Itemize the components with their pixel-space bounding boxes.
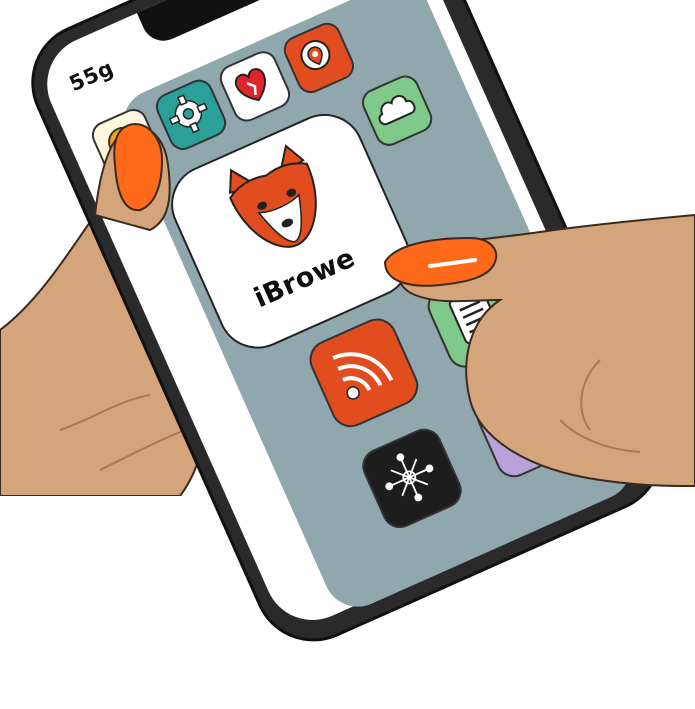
right-hand-illustration: [383, 213, 695, 487]
